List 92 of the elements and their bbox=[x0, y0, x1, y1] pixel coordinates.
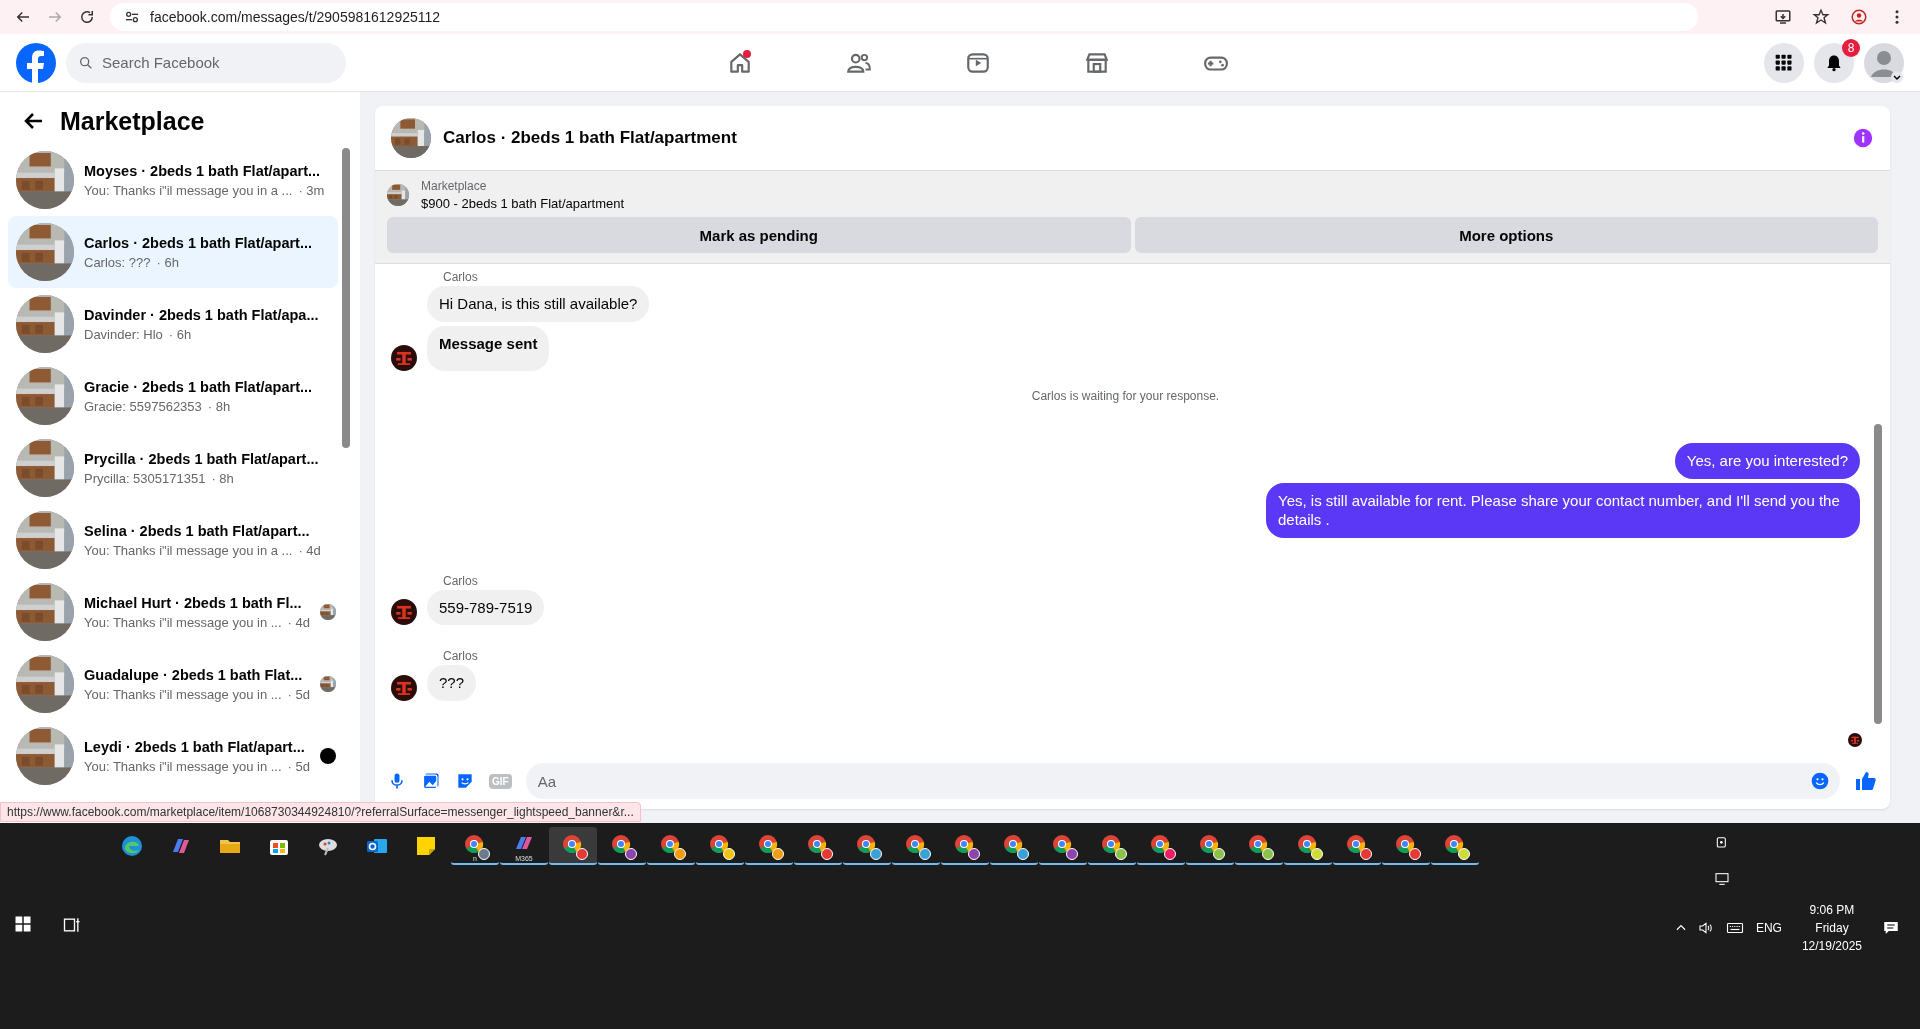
conversation-item[interactable]: Davinder · 2beds 1 bath Flat/apa... Davinder: Hlo · 6h bbox=[8, 288, 338, 360]
sender-name: Carlos bbox=[443, 649, 479, 663]
message-preview: Prycilla: 5305171351 bbox=[84, 470, 206, 486]
photo-icon[interactable] bbox=[421, 771, 441, 791]
windows-start-icon[interactable] bbox=[14, 915, 32, 933]
info-icon[interactable] bbox=[1852, 127, 1874, 149]
search-field[interactable]: Search Facebook bbox=[66, 42, 346, 83]
message-bubble: Yes, are you interested? bbox=[1674, 443, 1860, 479]
task-view-icon[interactable] bbox=[62, 915, 82, 935]
conversation-item[interactable]: Guadalupe · 2beds 1 bath Flat... You: Thanks i"il message you in ... · 5d bbox=[8, 648, 338, 720]
profile-icon[interactable] bbox=[1850, 8, 1868, 26]
message-time: · 8h bbox=[207, 398, 231, 414]
avatar bbox=[1848, 733, 1862, 747]
facebook-logo-icon[interactable] bbox=[16, 42, 56, 83]
star-icon[interactable] bbox=[1812, 8, 1830, 26]
conversation-title: Selina · 2beds 1 bath Flat/apart... bbox=[84, 522, 311, 539]
thumbs-up-icon[interactable] bbox=[1854, 769, 1878, 793]
message-bubble: ??? bbox=[427, 665, 477, 701]
scrollbar[interactable] bbox=[342, 148, 350, 448]
message-bubble: Message sent bbox=[427, 325, 550, 371]
menu-button[interactable] bbox=[1764, 42, 1804, 83]
address-bar[interactable]: facebook.com/messages/t/2905981612925112 bbox=[110, 3, 1698, 31]
url-text: facebook.com/messages/t/2905981612925112 bbox=[150, 9, 441, 25]
message-time: · 4d bbox=[287, 614, 310, 630]
conversation-title: Prycilla · 2beds 1 bath Flat/apart... bbox=[84, 450, 320, 467]
install-icon[interactable] bbox=[1774, 8, 1792, 26]
message-bubble: Yes, is still available for rent. Please share your contact number, and I'll send you the details . bbox=[1266, 482, 1860, 538]
taskbar-app[interactable] bbox=[549, 827, 597, 865]
notification-badge: 8 bbox=[1842, 38, 1860, 57]
conversation-title: Carlos · 2beds 1 bath Flat/apart... bbox=[84, 234, 314, 251]
message-time: · 5d bbox=[287, 686, 310, 702]
chat-title: Carlos · 2beds 1 bath Flat/apartment bbox=[443, 128, 737, 148]
conversation-title: Leydi · 2beds 1 bath Flat/apart... bbox=[84, 738, 306, 755]
message-preview: Gracie: 5597562353 bbox=[84, 398, 202, 414]
message-preview: You: Thanks i"il message you in ... bbox=[84, 686, 282, 702]
conversation-item[interactable]: Prycilla · 2beds 1 bath Flat/apart... Prycilla: 5305171351 · 8h bbox=[8, 432, 338, 504]
search-icon bbox=[78, 54, 94, 71]
scrollbar[interactable] bbox=[1874, 424, 1882, 724]
sticky-note-icon bbox=[414, 834, 438, 858]
conversation-item[interactable]: Leydi · 2beds 1 bath Flat/apart... You: Thanks i"il message you in ... · 5d bbox=[8, 720, 338, 792]
conversation-title: Moyses · 2beds 1 bath Flat/apart... bbox=[84, 162, 322, 179]
avatar bbox=[391, 674, 417, 701]
conversation-item[interactable]: Moyses · 2beds 1 bath Flat/apart... You: Thanks i"il message you in a ... · 3m bbox=[8, 144, 338, 216]
message-time: · 3m bbox=[298, 182, 325, 198]
avatar bbox=[391, 345, 417, 371]
action-button[interactable]: More options bbox=[1134, 217, 1878, 253]
site-settings-icon[interactable] bbox=[124, 9, 140, 25]
message-bubble: 559-789-7519 bbox=[427, 589, 545, 625]
listing-title: $900 - 2beds 1 bath Flat/apartment bbox=[421, 196, 625, 211]
sidebar-title: Marketplace bbox=[60, 106, 205, 136]
message-input[interactable]: Aa bbox=[525, 763, 1840, 799]
sticker-icon[interactable] bbox=[455, 771, 475, 791]
seen-avatar-icon bbox=[319, 604, 336, 620]
account-avatar-icon[interactable] bbox=[1864, 42, 1904, 83]
message-preview: You: Thanks i"il message you in a ... bbox=[84, 182, 293, 198]
message-time: · 8h bbox=[211, 470, 234, 486]
notifications-button[interactable] bbox=[1814, 42, 1854, 83]
conversation-title: Guadalupe · 2beds 1 bath Flat... bbox=[84, 666, 304, 683]
conversation-item[interactable]: Selina · 2beds 1 bath Flat/apart... You: Thanks i"il message you in a ... · 4d bbox=[8, 504, 338, 576]
language-indicator[interactable]: ENG bbox=[1755, 921, 1782, 935]
conversation-title: Gracie · 2beds 1 bath Flat/apart... bbox=[84, 378, 314, 395]
message-preview: You: Thanks i"il message you in ... bbox=[84, 614, 282, 630]
seen-dot-icon bbox=[319, 748, 336, 764]
clock[interactable]: 9:06 PM Friday 12/19/2025 bbox=[1801, 903, 1862, 953]
conversation-item[interactable]: Gracie · 2beds 1 bath Flat/apart... Gracie: 5597562353 · 8h bbox=[8, 360, 338, 432]
message-time: · 5d bbox=[287, 758, 310, 774]
conversation-item[interactable]: Carlos · 2beds 1 bath Flat/apart... Carlos: ??? · 6h bbox=[8, 216, 338, 288]
network-icon[interactable] bbox=[1714, 871, 1730, 887]
speaker-icon[interactable] bbox=[1697, 920, 1714, 936]
message-time: · 4d bbox=[298, 542, 321, 558]
message-preview: You: Thanks i"il message you in ... bbox=[84, 758, 282, 774]
edge-icon bbox=[120, 834, 144, 858]
message-time: · 6h bbox=[168, 326, 192, 342]
status-notice: Carlos is waiting for your response. bbox=[1031, 389, 1220, 403]
conversation-title: Davinder · 2beds 1 bath Flat/apa... bbox=[84, 306, 320, 323]
action-button[interactable]: Mark as pending bbox=[387, 217, 1131, 253]
reload-icon[interactable] bbox=[78, 8, 96, 26]
message-preview: Davinder: Hlo bbox=[84, 326, 163, 342]
sender-name: Carlos bbox=[443, 270, 479, 284]
message-preview: You: Thanks i"il message you in a ... bbox=[84, 542, 293, 558]
avatar bbox=[391, 599, 417, 625]
status-url: https://www.facebook.com/marketplace/item/1068730344924810/?referralSurface=messenger_lightspeed_banner&r... bbox=[0, 802, 641, 822]
emoji-icon[interactable] bbox=[1810, 771, 1830, 791]
message-bubble: Hi Dana, is this still available? bbox=[427, 286, 650, 322]
message-time: · 6h bbox=[156, 254, 179, 270]
grid-icon bbox=[1774, 52, 1794, 73]
conversation-title: Michael Hurt · 2beds 1 bath Fl... bbox=[84, 594, 303, 611]
seen-avatar-icon bbox=[319, 676, 336, 692]
conversation-item[interactable]: Michael Hurt · 2beds 1 bath Fl... You: Thanks i"il message you in ... · 4d bbox=[8, 576, 338, 648]
listing-label: Marketplace bbox=[421, 179, 488, 193]
message-preview: Carlos: ??? bbox=[84, 254, 151, 270]
sender-name: Carlos bbox=[443, 573, 479, 588]
